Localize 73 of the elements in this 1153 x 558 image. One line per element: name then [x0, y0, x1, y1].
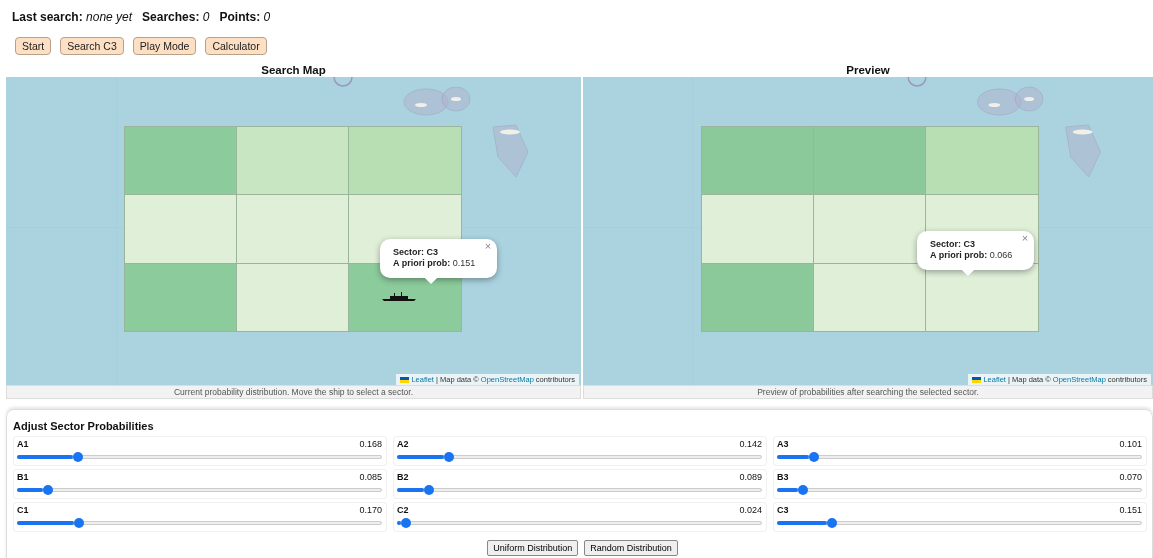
slider-thumb[interactable] [443, 452, 454, 462]
status-text: Points: 0 [219, 10, 271, 24]
slider-thumb[interactable] [400, 518, 411, 528]
sector-cell[interactable] [700, 194, 814, 264]
sector-label: C1 [17, 505, 29, 516]
sector-cell[interactable] [123, 194, 237, 264]
probability-value: 0.024 [739, 505, 762, 516]
panel-title: Adjust Sector Probabilities [13, 420, 155, 433]
action-button[interactable]: Calculator [205, 37, 267, 55]
slider-thumb[interactable] [808, 452, 819, 462]
popup-text: Sector: C3 [930, 239, 977, 250]
map-caption: Preview of probabilities after searching the selected sector. [583, 385, 1153, 399]
slider[interactable] [397, 518, 762, 528]
slider-thumb[interactable] [424, 485, 435, 495]
slider-thumb[interactable] [827, 518, 838, 528]
sector-cell[interactable] [348, 125, 462, 196]
flag-icon [972, 376, 982, 383]
slider[interactable] [777, 452, 1142, 462]
sector-label: C3 [777, 505, 789, 516]
probability-value: 0.168 [359, 439, 382, 450]
action-button[interactable]: Play Mode [132, 37, 197, 55]
slider[interactable] [397, 452, 762, 462]
sector-cell[interactable] [235, 262, 350, 333]
sector-label: A1 [17, 439, 29, 450]
action-button[interactable]: Start [15, 37, 52, 55]
slider[interactable] [17, 452, 382, 462]
map-title: Preview [845, 63, 891, 77]
close-icon[interactable]: × [1021, 233, 1029, 244]
probability-value: 0.170 [359, 505, 382, 516]
probability-value: 0.089 [739, 472, 762, 483]
sector-cell[interactable] [812, 262, 927, 333]
status-text: Searches: 0 [142, 10, 210, 24]
slider[interactable] [17, 518, 382, 528]
slider[interactable] [397, 485, 762, 495]
slider-thumb[interactable] [43, 485, 53, 495]
probability-value: 0.142 [739, 439, 762, 450]
slider[interactable] [777, 485, 1142, 495]
sector-label: C2 [397, 505, 409, 516]
sector-cell[interactable] [123, 125, 237, 196]
distribution-button[interactable]: Random Distribution [584, 540, 678, 556]
probability-value: 0.151 [1119, 505, 1142, 516]
sector-label: A3 [777, 439, 789, 450]
sector-label: B1 [17, 472, 29, 483]
popup-text: A priori prob: 0.066 [930, 250, 1013, 261]
popup-text: A priori prob: 0.151 [393, 258, 476, 269]
status-text: Last search: none yet [12, 10, 133, 24]
map-title: Search Map [260, 63, 327, 77]
sector-cell[interactable] [123, 262, 237, 333]
sector-cell[interactable] [700, 125, 814, 196]
sector-cell[interactable] [700, 262, 814, 333]
flag-icon [400, 376, 410, 383]
action-button[interactable]: Search C3 [60, 37, 124, 55]
slider-thumb[interactable] [73, 452, 84, 462]
popup-text: Sector: C3 [393, 247, 440, 258]
ship-icon[interactable] [382, 292, 416, 301]
probability-value: 0.101 [1119, 439, 1142, 450]
close-icon[interactable]: × [484, 241, 492, 252]
sector-label: A2 [397, 439, 409, 450]
sector-label: B3 [777, 472, 789, 483]
sector-cell[interactable] [235, 194, 350, 264]
sector-label: B2 [397, 472, 409, 483]
sector-cell[interactable] [812, 125, 927, 196]
probability-value: 0.070 [1119, 472, 1142, 483]
slider[interactable] [17, 485, 382, 495]
distribution-button[interactable]: Uniform Distribution [487, 540, 579, 556]
slider-thumb[interactable] [797, 485, 808, 495]
slider[interactable] [777, 518, 1142, 528]
slider-thumb[interactable] [74, 518, 85, 528]
sector-cell[interactable] [235, 125, 350, 196]
sector-cell[interactable] [812, 194, 927, 264]
probability-value: 0.085 [359, 472, 382, 483]
sector-cell[interactable] [925, 125, 1039, 196]
map-caption: Current probability distribution. Move the ship to select a sector. [6, 385, 581, 399]
